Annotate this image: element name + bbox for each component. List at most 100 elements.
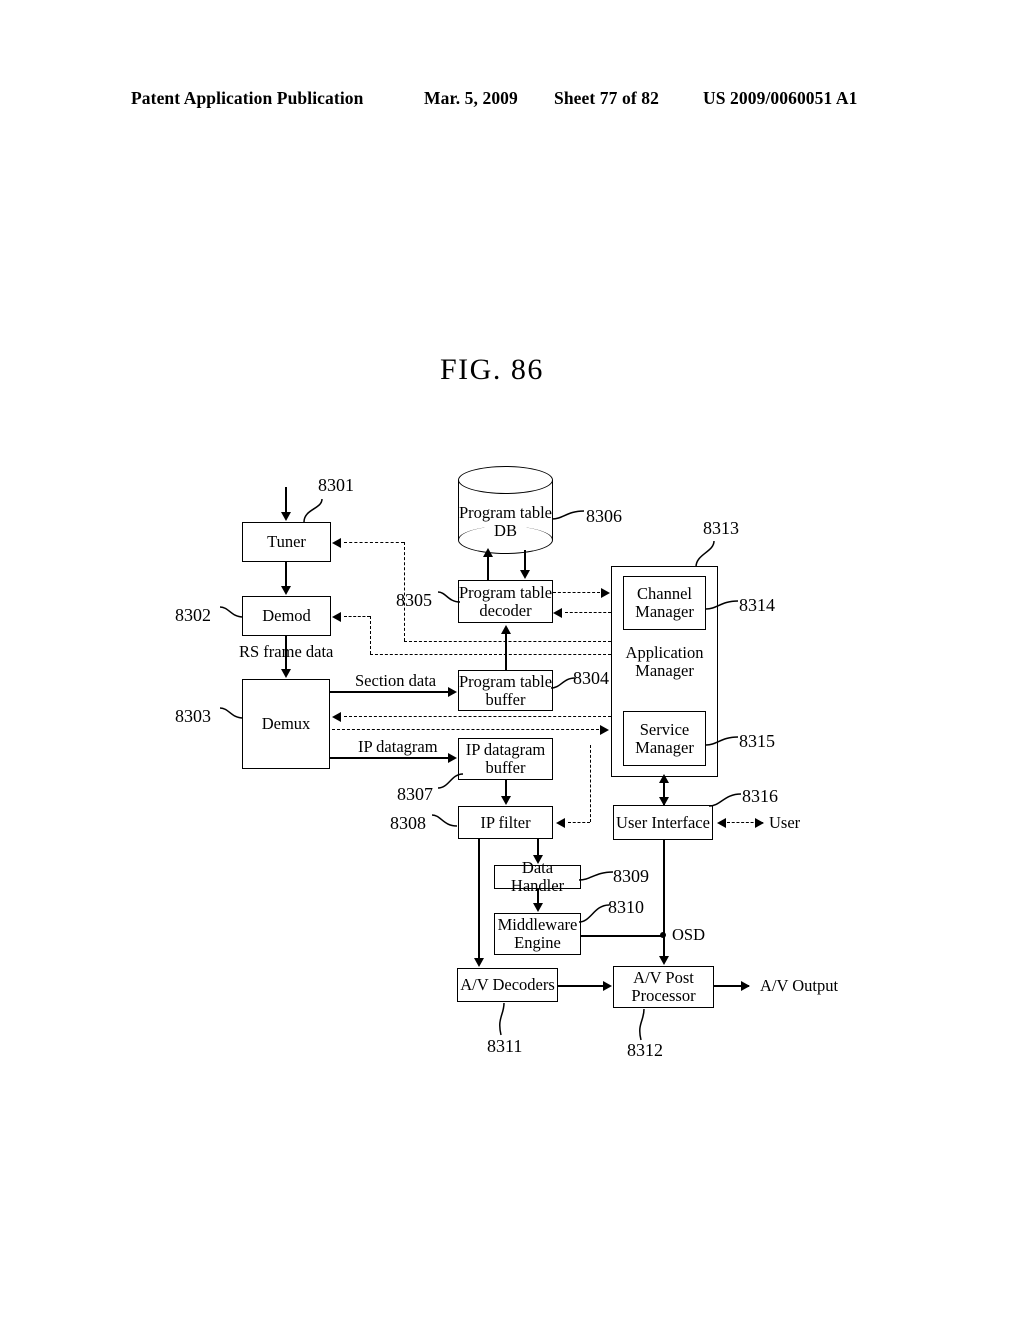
ref-8302: 8302: [175, 605, 211, 625]
dashed-ptdecoder-to-channelmanager-arrowhead: [601, 588, 610, 598]
block-av-decoders-label: A/V Decoders: [460, 975, 555, 995]
header-publication: Patent Application Publication: [131, 88, 364, 108]
demux-to-ipbuffer-arrowhead: [448, 753, 457, 764]
ipfilter-to-datahandler-line: [537, 839, 539, 856]
demux-to-ptbuffer-arrowhead: [448, 687, 457, 698]
av-post-processor-line1: A/V Post: [633, 968, 694, 988]
middleware-to-osd-line: [581, 935, 664, 937]
service-manager-line1: Service: [639, 719, 690, 739]
block-program-table-decoder: Program table decoder: [458, 580, 553, 623]
ptbuffer-to-ptdecoder-line: [505, 632, 507, 671]
ui-to-user-arrowhead: [755, 818, 764, 828]
block-tuner-label: Tuner: [267, 532, 306, 552]
block-ip-datagram-buffer: IP datagram buffer: [458, 738, 553, 780]
tuner-to-demod-line: [285, 562, 287, 587]
ref-8304-leader: [550, 677, 576, 689]
channel-manager-line1: Channel: [636, 584, 692, 604]
block-program-table-buffer: Program table buffer: [458, 670, 553, 711]
dashed-channelmanager-to-ptdecoder-arrowhead: [553, 608, 562, 618]
application-manager-line2: Manager: [635, 660, 694, 680]
db-to-decoder-line: [524, 550, 526, 571]
block-program-table-db-top: [458, 466, 553, 494]
ref-8306-leader: [551, 510, 585, 520]
ipfilter-to-avdecoders-line: [478, 839, 480, 961]
dashed-tuner-control-v: [404, 542, 405, 641]
label-section-data: Section data: [355, 671, 437, 690]
ref-8314: 8314: [739, 595, 775, 615]
demux-to-ipbuffer-line: [330, 757, 449, 759]
tuner-to-demod-arrowhead: [280, 586, 291, 595]
label-user: User: [769, 813, 801, 832]
user-to-ui-arrowhead: [717, 818, 726, 828]
ref-8309: 8309: [613, 866, 649, 886]
demod-to-demux-line: [285, 636, 287, 670]
block-user-interface: User Interface: [613, 805, 713, 840]
ref-8313: 8313: [703, 518, 739, 538]
application-manager-line1: Application: [625, 643, 704, 662]
tuner-input-line: [285, 487, 287, 513]
ref-8315-leader: [705, 736, 739, 746]
ref-8306: 8306: [586, 506, 622, 526]
block-ip-filter-label: IP filter: [480, 812, 531, 832]
label-ip-datagram: IP datagram: [358, 737, 438, 756]
dashed-servicemanager-to-ipfilter-v: [590, 745, 591, 822]
block-demod: Demod: [242, 596, 331, 636]
block-user-interface-label: User Interface: [616, 812, 710, 832]
block-demod-label: Demod: [262, 606, 311, 626]
block-tuner: Tuner: [242, 522, 331, 562]
ipbuffer-to-ipfilter-arrowhead: [500, 796, 511, 805]
program-table-decoder-line1: Program table: [459, 582, 553, 602]
datahandler-to-middleware-arrowhead: [532, 903, 543, 912]
program-table-db-line1: Program table: [458, 503, 552, 522]
ref-8314-leader: [705, 600, 739, 610]
av-output-arrowhead: [741, 981, 750, 992]
block-data-handler: Data Handler: [494, 859, 581, 894]
ip-datagram-buffer-line1: IP datagram: [465, 740, 546, 760]
av-post-processor-line2: Processor: [631, 986, 696, 1005]
program-table-buffer-line1: Program table: [459, 671, 553, 691]
appmanager-to-ui-arrowhead: [658, 797, 669, 806]
ref-8304: 8304: [573, 668, 609, 688]
dashed-bus-upper-b: [370, 654, 611, 655]
ref-8315: 8315: [739, 731, 775, 751]
block-ip-filter: IP filter: [458, 806, 553, 839]
dashed-channelmanager-to-ptdecoder: [565, 612, 611, 613]
dashed-servicemanager-to-ipfilter-arrowhead: [556, 818, 565, 828]
middleware-engine-line2: Engine: [514, 933, 561, 952]
block-demux: Demux: [242, 679, 330, 769]
ref-8308: 8308: [390, 813, 426, 833]
label-av-output: A/V Output: [760, 976, 839, 995]
ip-datagram-buffer-line2: buffer: [485, 758, 526, 777]
demod-to-demux-arrowhead: [280, 669, 291, 678]
ref-8308-leader: [431, 814, 458, 827]
dashed-demod-control-v: [370, 616, 371, 654]
dashed-bus-upper-a: [404, 641, 611, 642]
patent-figure-page: Patent Application Publication Mar. 5, 2…: [0, 0, 1024, 1320]
ref-8316-leader: [708, 793, 742, 807]
dashed-tuner-control-h: [344, 542, 404, 543]
ref-8303-leader: [219, 707, 244, 719]
ref-8303: 8303: [175, 706, 211, 726]
dashed-bus-lower-a-arrowhead: [332, 712, 341, 722]
decoder-to-db-arrowhead: [483, 548, 493, 557]
ref-8311-leader: [499, 1002, 505, 1036]
demux-to-ptbuffer-line: [330, 691, 449, 693]
ipfilter-to-avdecoders-arrowhead: [473, 958, 484, 967]
ref-8301-leader: [303, 498, 323, 523]
block-service-manager: Service Manager: [623, 711, 706, 766]
block-av-decoders: A/V Decoders: [457, 968, 558, 1002]
ref-8302-leader: [219, 606, 244, 618]
service-manager-line2: Manager: [635, 737, 694, 757]
program-table-decoder-line2: decoder: [479, 600, 532, 620]
figure-title: FIG. 86: [440, 353, 544, 386]
ptbuffer-to-ptdecoder-arrowhead: [500, 625, 511, 634]
ref-8312: 8312: [627, 1040, 663, 1060]
program-table-db-line2: DB: [494, 521, 517, 541]
db-to-decoder-arrowhead: [519, 570, 530, 579]
ref-8316: 8316: [742, 786, 778, 806]
dashed-bus-lower-a: [344, 716, 611, 717]
ref-8305: 8305: [396, 590, 432, 610]
header-date: Mar. 5, 2009: [424, 88, 518, 108]
ref-8310: 8310: [608, 897, 644, 917]
dashed-tuner-control-arrowhead: [332, 538, 341, 548]
